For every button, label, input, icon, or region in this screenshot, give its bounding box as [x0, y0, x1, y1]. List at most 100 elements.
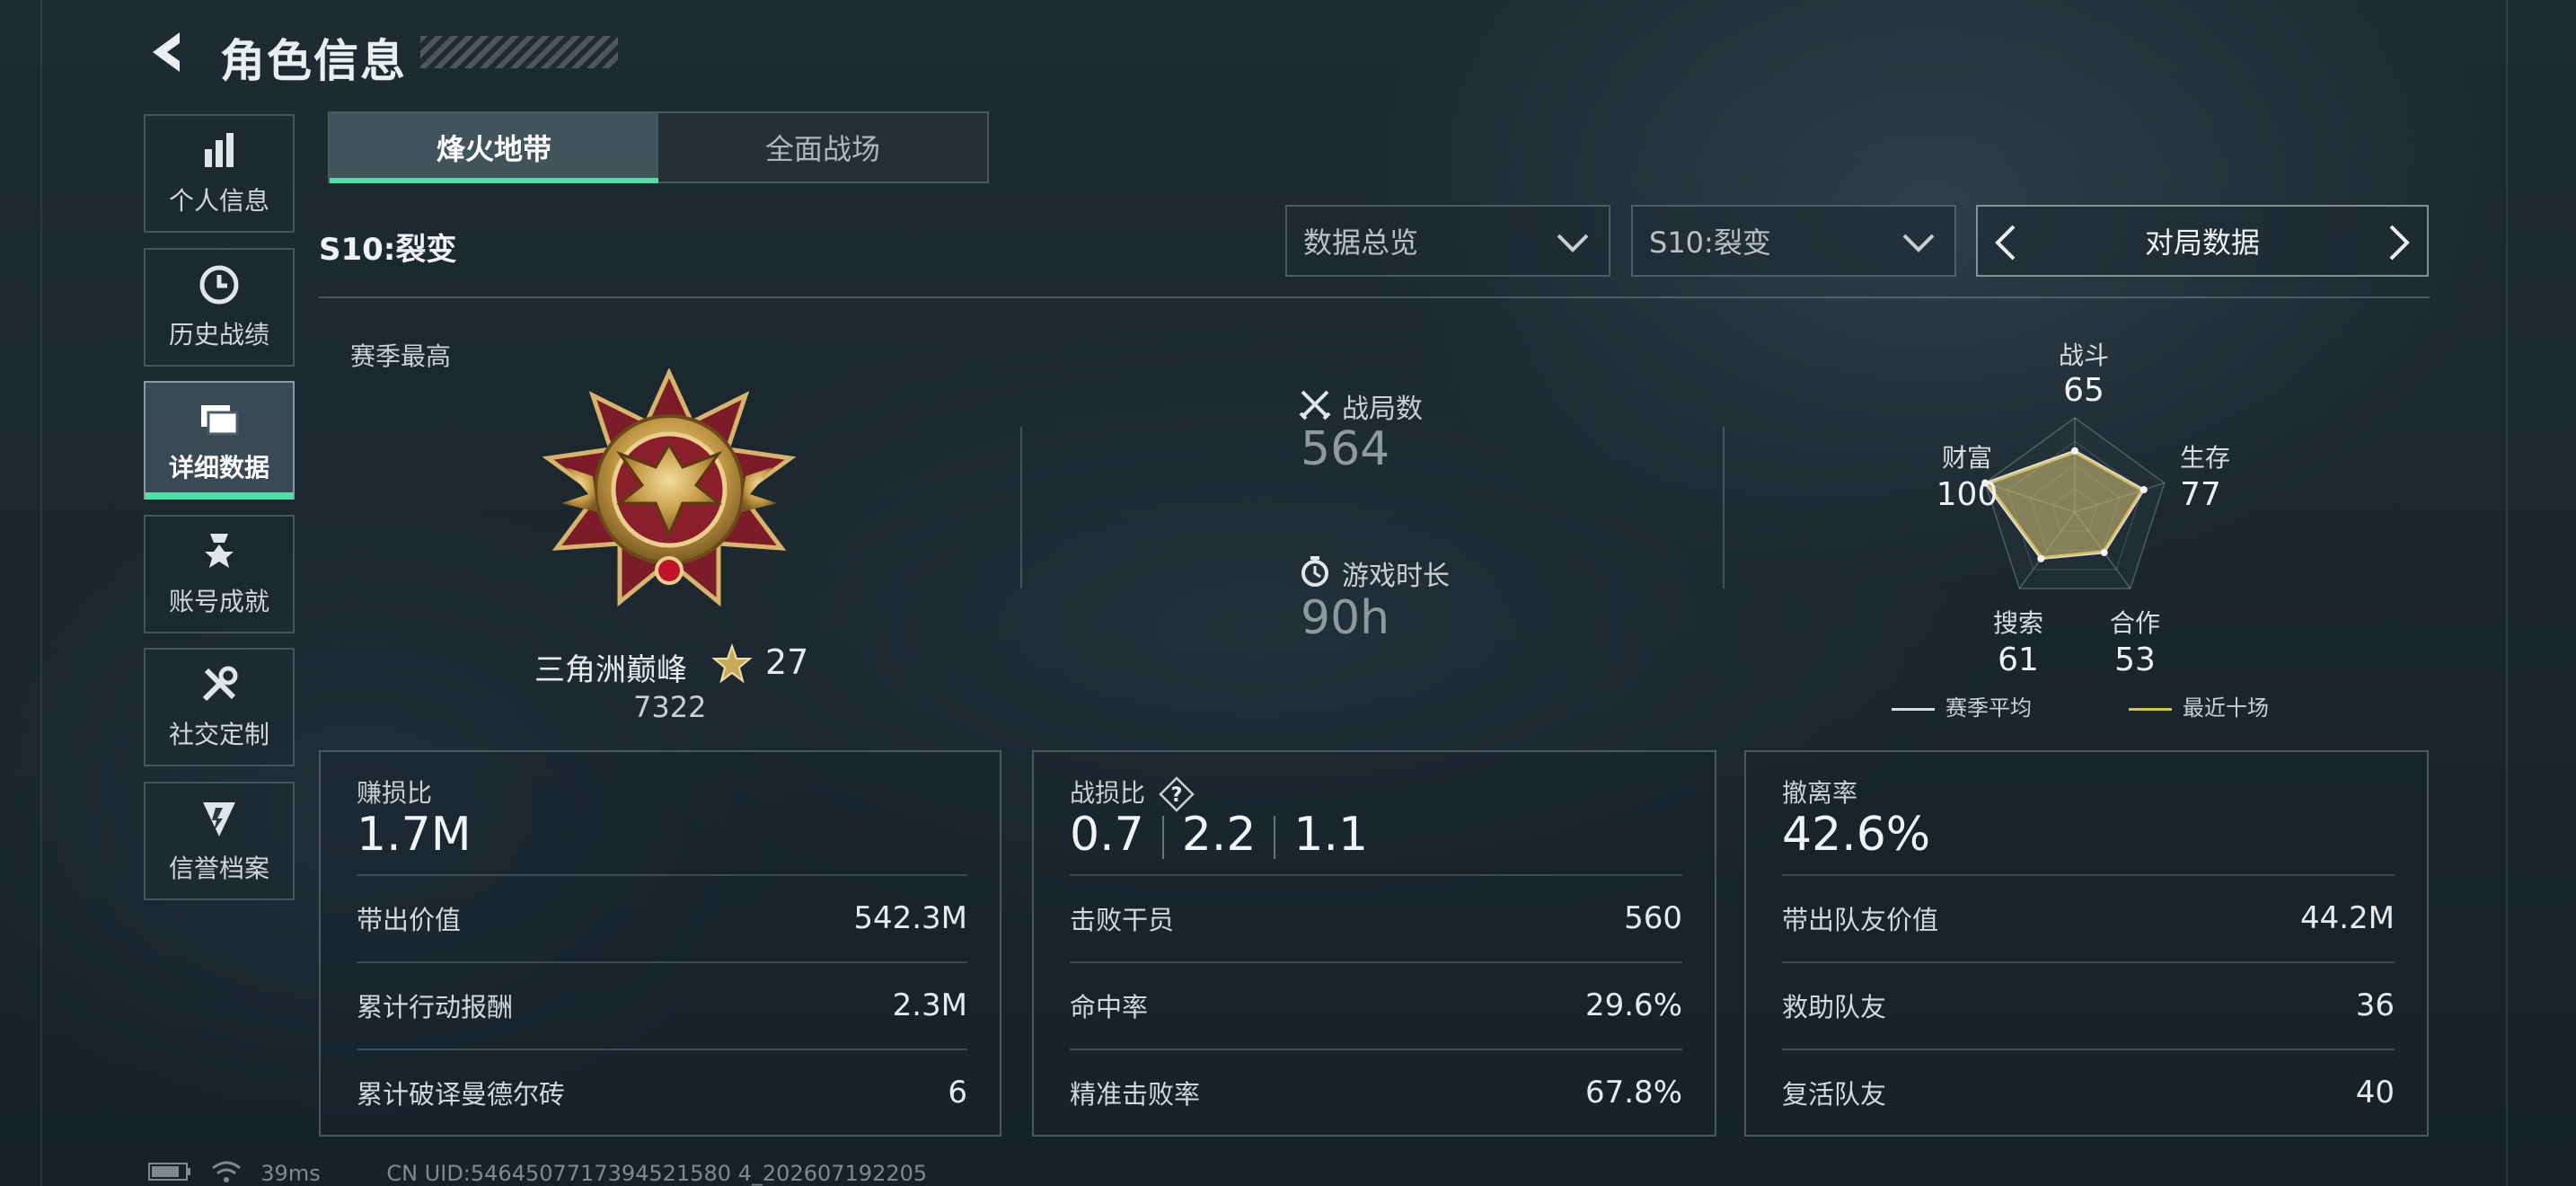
uid-text: CN UID:5464507717394521580 4_20260719220…	[386, 1161, 928, 1186]
stat-row: 累计行动报酬 2.3M	[357, 961, 967, 1048]
sidebar-item-label: 个人信息	[168, 186, 269, 216]
season-label: S10:裂变	[319, 232, 457, 268]
tab-firezone[interactable]: 烽火地带	[330, 113, 658, 183]
sidebar-item-label: 历史战绩	[168, 320, 269, 350]
card-title: 赚损比	[357, 778, 433, 808]
radar-axis-label: 财富	[1941, 443, 1992, 473]
folder-icon	[198, 396, 241, 439]
radar-axis-label: 生存	[2179, 443, 2230, 473]
sidebar-item-label: 详细数据	[168, 453, 269, 482]
help-icon[interactable]: ?	[1159, 776, 1195, 812]
bar-chart-icon	[198, 129, 241, 173]
value-separator	[1274, 816, 1276, 859]
stat-row: 复活队友 40	[1782, 1049, 2395, 1135]
stat-value: 29.6%	[1584, 987, 1682, 1023]
stat-label: 复活队友	[1782, 1079, 1887, 1110]
playtime-label: 游戏时长	[1342, 561, 1450, 592]
radar-axis-label: 战斗	[2058, 341, 2109, 370]
card-main-value: 0.7 2.2 1.1	[1070, 808, 1368, 862]
kd-part: 0.7	[1070, 808, 1144, 862]
crossed-swords-icon	[1299, 388, 1331, 420]
stat-value: 542.3M	[853, 900, 967, 936]
matches-value: 564	[1301, 422, 1390, 476]
kd-part: 1.1	[1293, 808, 1369, 862]
vertical-divider	[1020, 427, 1022, 589]
shield-badge-icon	[198, 797, 241, 840]
value-separator	[1161, 816, 1164, 859]
stat-value: 2.3M	[892, 987, 967, 1023]
card-title: 撤离率	[1782, 778, 1858, 808]
chevron-down-icon	[1555, 226, 1591, 257]
stat-value: 40	[2355, 1075, 2395, 1111]
rank-star-count: 27	[765, 642, 809, 682]
season-dropdown[interactable]: S10:裂变	[1631, 205, 1956, 277]
kd-ratio-card: 战损比 ? 0.7 2.2 1.1 击败干员 560 命中率 29.6% 精准击败率 67…	[1032, 750, 1716, 1137]
card-main-value: 42.6%	[1782, 808, 1931, 862]
season-best-label: 赛季最高	[350, 341, 452, 371]
mode-tabs: 烽火地带 全面战场	[328, 111, 989, 183]
legend-label: 赛季平均	[1945, 695, 2032, 721]
playtime-value: 90h	[1301, 591, 1390, 645]
stat-label: 精准击败率	[1070, 1079, 1201, 1110]
deco-line	[40, 0, 42, 1186]
title-decoration	[420, 36, 618, 68]
tab-full-battlefield[interactable]: 全面战场	[658, 113, 987, 181]
legend-recent-ten: 最近十场	[2129, 690, 2269, 721]
wifi-icon	[211, 1159, 242, 1186]
legend-label: 最近十场	[2183, 695, 2269, 721]
stat-row: 精准击败率 67.8%	[1070, 1049, 1682, 1135]
legend-season-average: 赛季平均	[1892, 690, 2032, 721]
dropdown-value: S10:裂变	[1649, 226, 1771, 260]
rank-score: 7322	[633, 690, 707, 724]
radar-point	[2100, 549, 2108, 557]
radar-axis-value: 65	[2063, 372, 2104, 409]
radar-axis-value: 53	[2114, 642, 2156, 678]
sidebar-item-history[interactable]: 历史战绩	[144, 248, 295, 367]
chevron-right-icon[interactable]	[2386, 223, 2413, 262]
stat-row: 带出价值 542.3M	[357, 874, 967, 960]
legend-line	[2129, 707, 2172, 711]
back-icon[interactable]	[144, 25, 198, 79]
rank-medal-emblem	[539, 367, 799, 611]
sidebar-item-label: 账号成就	[168, 587, 269, 616]
sidebar-item-credit[interactable]: 信誉档案	[144, 782, 295, 900]
deco-line	[2506, 0, 2508, 1186]
stopwatch-icon	[1299, 555, 1331, 588]
card-title: 战损比	[1070, 778, 1146, 808]
legend-line	[1892, 707, 1935, 711]
sidebar-item-achievements[interactable]: 账号成就	[144, 515, 295, 633]
sidebar-item-social[interactable]: 社交定制	[144, 648, 295, 766]
stat-value: 560	[1624, 900, 1682, 936]
stat-value: 6	[948, 1075, 967, 1111]
stat-label: 命中率	[1070, 992, 1149, 1022]
stat-label: 带出价值	[357, 905, 462, 935]
card-main-value: 1.7M	[357, 808, 472, 862]
dropdown-value: 数据总览	[1303, 226, 1419, 260]
stat-row: 命中率 29.6%	[1070, 961, 1682, 1048]
vertical-divider	[1723, 427, 1725, 589]
sidebar-item-profile[interactable]: 个人信息	[144, 114, 295, 233]
matches-label: 战局数	[1342, 394, 1423, 425]
radar-axis-value: 100	[1936, 476, 1998, 513]
radar-point	[2071, 447, 2078, 455]
clock-icon	[198, 263, 241, 306]
ability-radar-chart: 战斗 65 生存 77 合作 53 搜索 61 财富 100	[1859, 332, 2308, 692]
radar-axis-label: 合作	[2109, 608, 2160, 638]
stat-label: 带出队友价值	[1782, 905, 1939, 935]
sidebar-item-detailed-data[interactable]: 详细数据	[144, 381, 295, 500]
extraction-rate-card: 撤离率 42.6% 带出队友价值 44.2M 救助队友 36 复活队友 40	[1744, 750, 2429, 1137]
radar-axis-label: 搜索	[1992, 608, 2043, 638]
stat-row: 击败干员 560	[1070, 874, 1682, 960]
stat-row: 救助队友 36	[1782, 961, 2395, 1048]
chevron-down-icon	[1901, 226, 1936, 257]
status-footer: 39ms CN UID:5464507717394521580 4_202607…	[148, 1159, 927, 1186]
page-title: 角色信息	[220, 35, 407, 87]
ping-text: 39ms	[260, 1161, 321, 1186]
tools-icon	[198, 663, 241, 706]
stat-label: 救助队友	[1782, 992, 1887, 1022]
data-type-dropdown[interactable]: 数据总览	[1285, 205, 1610, 277]
radar-point	[2139, 486, 2148, 494]
match-data-pager: 对局数据	[1976, 205, 2429, 277]
chevron-left-icon[interactable]	[1992, 223, 2019, 262]
radar-point	[2037, 554, 2045, 562]
